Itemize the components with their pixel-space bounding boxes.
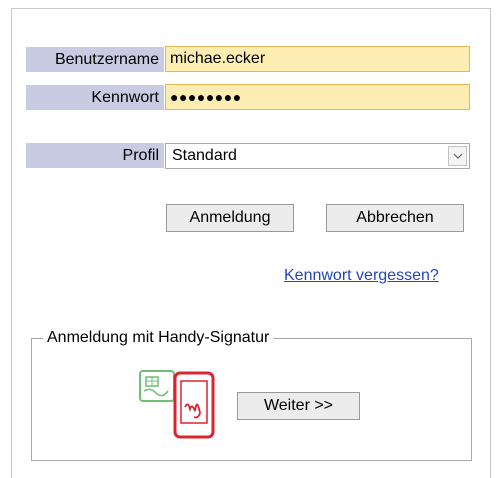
cancel-button[interactable]: Abbrechen [326, 204, 464, 232]
username-input[interactable]: michae.ecker [165, 46, 470, 72]
chevron-down-icon[interactable] [448, 146, 467, 166]
next-button[interactable]: Weiter >> [237, 392, 360, 420]
profile-selected-value: Standard [172, 147, 237, 164]
profile-select[interactable]: Standard [165, 143, 470, 169]
handy-signatur-icon [138, 367, 220, 446]
forgot-password-link[interactable]: Kennwort vergessen? [284, 267, 439, 285]
username-label: Benutzername [26, 47, 164, 72]
password-input[interactable]: ●●●●●●●● [165, 84, 470, 110]
login-button[interactable]: Anmeldung [166, 204, 294, 232]
profile-label: Profil [26, 143, 164, 168]
handy-signatur-legend: Anmeldung mit Handy-Signatur [47, 329, 270, 346]
password-label: Kennwort [26, 85, 164, 110]
